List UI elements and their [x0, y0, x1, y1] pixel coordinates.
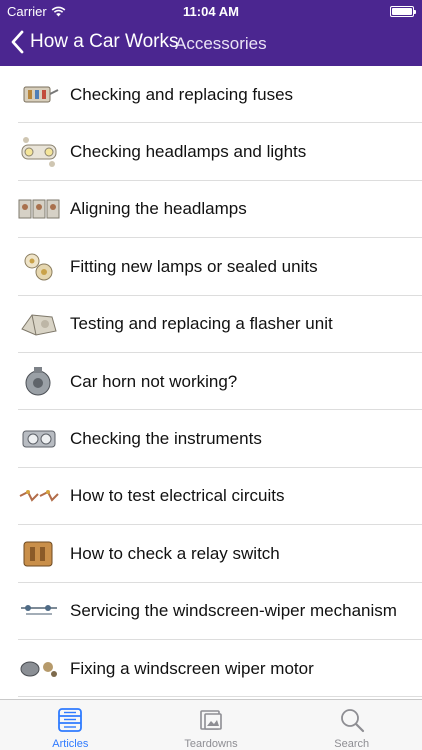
search-icon	[340, 709, 364, 733]
item-label: How to check a relay switch	[70, 543, 280, 563]
tab-label: Teardowns	[184, 738, 238, 750]
tab-articles[interactable]: Articles	[0, 700, 141, 750]
navigation-bar: How a Car Works Accessories	[0, 22, 422, 66]
top-bar: Carrier 11:04 AM How a Car Works Accesso…	[0, 0, 422, 66]
car-horn-icon	[25, 366, 51, 396]
item-label: Checking headlamps and lights	[70, 142, 307, 162]
list-item[interactable]: Checking and replacing fuses	[0, 66, 422, 124]
articles-icon	[58, 708, 83, 732]
tab-bar: Articles Teardowns Search	[0, 699, 422, 750]
wiper-mechanism-icon	[21, 605, 57, 616]
list-item[interactable]: Fitting new lamps or sealed units	[0, 238, 422, 296]
flasher-unit-icon	[21, 314, 57, 336]
lamp-unit-icon	[24, 253, 53, 281]
list-item[interactable]: How to check a relay switch	[0, 525, 422, 583]
list-item[interactable]: Checking the instruments	[0, 410, 422, 469]
item-label: Aligning the headlamps	[70, 199, 247, 219]
tab-teardowns[interactable]: Teardowns	[141, 700, 282, 750]
list-item[interactable]: Aligning the headlamps	[0, 181, 422, 239]
list-item[interactable]: Checking headlamps and lights	[0, 123, 422, 182]
item-label: Checking and replacing fuses	[70, 84, 294, 104]
item-label: How to test electrical circuits	[70, 486, 285, 506]
tab-label: Search	[334, 738, 370, 750]
relay-switch-icon	[23, 541, 53, 567]
item-label: Checking the instruments	[70, 429, 262, 449]
item-label: Fitting new lamps or sealed units	[70, 256, 318, 276]
fuse-box-icon	[23, 86, 59, 103]
list-item[interactable]: Car horn not working?	[0, 353, 422, 411]
list-item[interactable]: Servicing the windscreen-wiper mechanism	[0, 583, 422, 641]
instrument-panel-icon	[22, 430, 56, 448]
clock: 11:04 AM	[183, 4, 239, 19]
list-item[interactable]: Fixing a windscreen wiper motor	[0, 640, 422, 698]
status-bar: Carrier 11:04 AM	[0, 0, 422, 22]
item-label: Servicing the windscreen-wiper mechanism	[70, 601, 397, 621]
chevron-left-icon	[11, 30, 24, 54]
item-label: Car horn not working?	[70, 371, 238, 391]
circuit-test-icon	[19, 490, 59, 503]
article-list: Checking and replacing fuses Checking he…	[0, 66, 422, 699]
back-button[interactable]: How a Car Works	[10, 30, 179, 54]
battery-icon	[390, 6, 416, 17]
tab-search[interactable]: Search	[281, 700, 422, 750]
list-item[interactable]: How to test electrical circuits	[0, 468, 422, 526]
item-label: Testing and replacing a flasher unit	[70, 314, 333, 334]
back-label: How a Car Works	[30, 31, 179, 52]
tab-label: Articles	[52, 738, 89, 750]
teardowns-icon	[200, 710, 222, 730]
list-item[interactable]: Testing and replacing a flasher unit	[0, 296, 422, 354]
item-label: Fixing a windscreen wiper motor	[70, 658, 314, 678]
page-title: Accessories	[175, 34, 267, 53]
wiper-motor-icon	[20, 661, 57, 677]
headlamp-alignment-icon	[18, 199, 60, 219]
headlamp-icon	[21, 137, 57, 168]
